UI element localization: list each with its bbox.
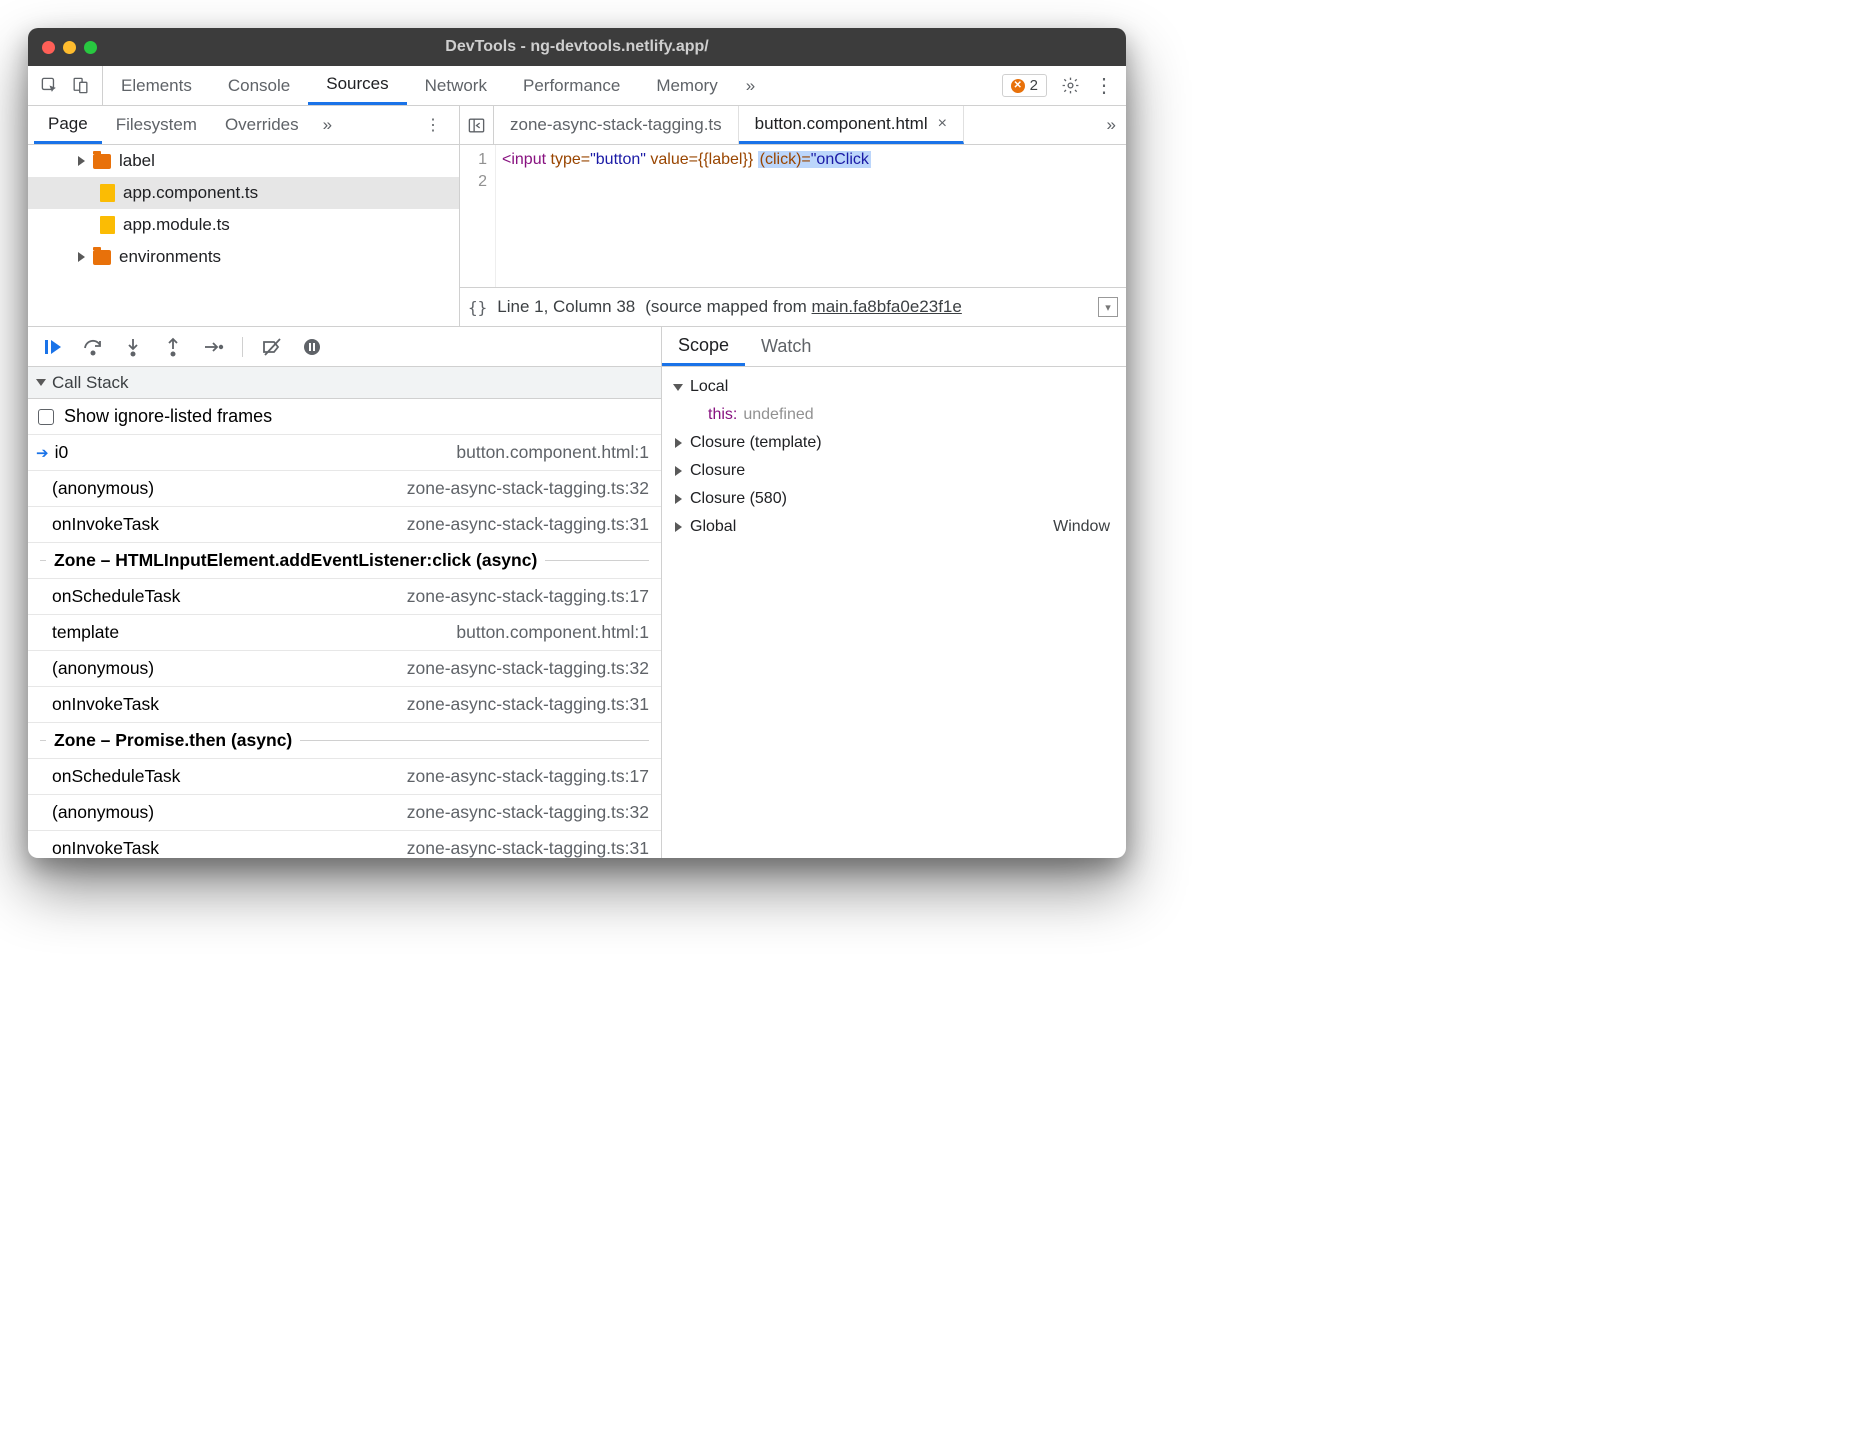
devtools-window: DevTools - ng-devtools.netlify.app/ Elem…	[28, 28, 1126, 858]
close-tab-icon[interactable]: ×	[938, 115, 947, 133]
tab-console[interactable]: Console	[210, 66, 308, 105]
callstack-frame[interactable]: (anonymous)zone-async-stack-tagging.ts:3…	[28, 795, 661, 831]
show-ignored-row[interactable]: Show ignore-listed frames	[28, 399, 661, 435]
callstack-header[interactable]: Call Stack	[28, 367, 661, 399]
callstack-frame[interactable]: (anonymous)zone-async-stack-tagging.ts:3…	[28, 651, 661, 687]
source-map-link[interactable]: main.fa8bfa0e23f1e	[812, 297, 962, 316]
coverage-icon[interactable]: ▾	[1098, 297, 1118, 317]
folder-icon	[93, 154, 111, 169]
nav-more-icon[interactable]: »	[313, 115, 342, 135]
navigator-panel: » ⋮ PageFilesystemOverrides label app.co…	[28, 106, 460, 326]
scope-entry[interactable]: Closure	[672, 457, 1116, 485]
error-count: 2	[1030, 77, 1038, 94]
editor-tab[interactable]: button.component.html×	[739, 106, 964, 144]
traffic-lights	[42, 41, 97, 54]
tab-performance[interactable]: Performance	[505, 66, 638, 105]
scope-variable[interactable]: this: undefined	[672, 401, 1116, 429]
tab-sources[interactable]: Sources	[308, 66, 406, 105]
scope-entry[interactable]: Local	[672, 373, 1116, 401]
minimize-icon[interactable]	[63, 41, 76, 54]
callstack-frame[interactable]: onScheduleTaskzone-async-stack-tagging.t…	[28, 759, 661, 795]
deactivate-breakpoints-icon[interactable]	[261, 336, 283, 358]
file-icon	[100, 184, 115, 202]
line-gutter: 12	[460, 145, 496, 287]
caret-right-icon	[675, 494, 682, 504]
editor-tab[interactable]: zone-async-stack-tagging.ts	[494, 106, 739, 144]
caret-right-icon	[675, 522, 682, 532]
tree-label: app.module.ts	[123, 215, 230, 235]
tree-label: environments	[119, 247, 221, 267]
caret-right-icon	[78, 252, 85, 262]
pretty-print-icon[interactable]: {}	[468, 298, 487, 317]
titlebar: DevTools - ng-devtools.netlify.app/	[28, 28, 1126, 66]
tree-folder-env[interactable]: environments	[28, 241, 459, 273]
scope-entry[interactable]: GlobalWindow	[672, 513, 1116, 541]
tab-elements[interactable]: Elements	[103, 66, 210, 105]
nav-kebab-icon[interactable]: ⋮	[413, 115, 453, 135]
pause-exceptions-icon[interactable]	[301, 336, 323, 358]
main-toolbar: ElementsConsoleSourcesNetworkPerformance…	[28, 66, 1126, 106]
scope-entry[interactable]: Closure (template)	[672, 429, 1116, 457]
scope-entry[interactable]: Closure (580)	[672, 485, 1116, 513]
code-editor[interactable]: 12 <input type="button" value={{label}} …	[460, 145, 1126, 287]
caret-right-icon	[675, 466, 682, 476]
callstack-frame[interactable]: onScheduleTaskzone-async-stack-tagging.t…	[28, 579, 661, 615]
step-over-icon[interactable]	[82, 336, 104, 358]
callstack-frame[interactable]: (anonymous)zone-async-stack-tagging.ts:3…	[28, 471, 661, 507]
tree-folder-label[interactable]: label	[28, 145, 459, 177]
gear-icon[interactable]	[1061, 76, 1080, 95]
debugger-controls	[28, 327, 661, 367]
nav-tab-filesystem[interactable]: Filesystem	[102, 106, 211, 144]
caret-right-icon	[675, 438, 682, 448]
caret-down-icon	[673, 384, 683, 391]
editor-panel: zone-async-stack-tagging.tsbutton.compon…	[460, 106, 1126, 326]
callstack-frame[interactable]: onInvokeTaskzone-async-stack-tagging.ts:…	[28, 687, 661, 723]
current-frame-icon: ➔	[36, 444, 49, 462]
tree-file[interactable]: app.module.ts	[28, 209, 459, 241]
tab-network[interactable]: Network	[407, 66, 505, 105]
step-into-icon[interactable]	[122, 336, 144, 358]
callstack-frame[interactable]: ➔i0button.component.html:1	[28, 435, 661, 471]
tree-label: label	[119, 151, 155, 171]
checkbox-icon[interactable]	[38, 409, 54, 425]
cursor-position: Line 1, Column 38	[497, 297, 635, 317]
callstack-async-divider: Zone – HTMLInputElement.addEventListener…	[28, 543, 661, 579]
editor-status: {} Line 1, Column 38 (source mapped from…	[460, 287, 1126, 326]
code-content: <input type="button" value={{label}} (cl…	[496, 145, 1126, 287]
error-badge[interactable]: ✕ 2	[1002, 74, 1047, 97]
debugger-left: Call Stack Show ignore-listed frames ➔i0…	[28, 327, 662, 858]
device-toggle-icon[interactable]	[71, 76, 90, 95]
maximize-icon[interactable]	[84, 41, 97, 54]
tree-label: app.component.ts	[123, 183, 258, 203]
step-icon[interactable]	[202, 336, 224, 358]
callstack-frame[interactable]: templatebutton.component.html:1	[28, 615, 661, 651]
window-title: DevTools - ng-devtools.netlify.app/	[28, 38, 1126, 56]
step-out-icon[interactable]	[162, 336, 184, 358]
resume-icon[interactable]	[42, 336, 64, 358]
callstack-frame[interactable]: onInvokeTaskzone-async-stack-tagging.ts:…	[28, 831, 661, 858]
folder-icon	[93, 250, 111, 265]
kebab-icon[interactable]: ⋮	[1094, 73, 1114, 98]
scope-tab-scope[interactable]: Scope	[662, 327, 745, 366]
tab-memory[interactable]: Memory	[638, 66, 735, 105]
file-icon	[100, 216, 115, 234]
scope-tab-watch[interactable]: Watch	[745, 327, 827, 366]
nav-tab-page[interactable]: Page	[34, 106, 102, 144]
toggle-navigator-icon[interactable]	[460, 106, 494, 144]
callstack-async-divider: Zone – Promise.then (async)	[28, 723, 661, 759]
caret-down-icon	[36, 379, 46, 386]
more-tabs-icon[interactable]: »	[736, 66, 765, 105]
error-icon: ✕	[1011, 79, 1025, 93]
nav-tab-overrides[interactable]: Overrides	[211, 106, 313, 144]
scope-panel: ScopeWatch Localthis: undefinedClosure (…	[662, 327, 1126, 858]
inspect-icon[interactable]	[40, 76, 59, 95]
file-tree: label app.component.ts app.module.ts env…	[28, 145, 459, 326]
editor-more-icon[interactable]: »	[1097, 106, 1126, 144]
close-icon[interactable]	[42, 41, 55, 54]
callstack-frame[interactable]: onInvokeTaskzone-async-stack-tagging.ts:…	[28, 507, 661, 543]
tree-file[interactable]: app.component.ts	[28, 177, 459, 209]
caret-right-icon	[78, 156, 85, 166]
